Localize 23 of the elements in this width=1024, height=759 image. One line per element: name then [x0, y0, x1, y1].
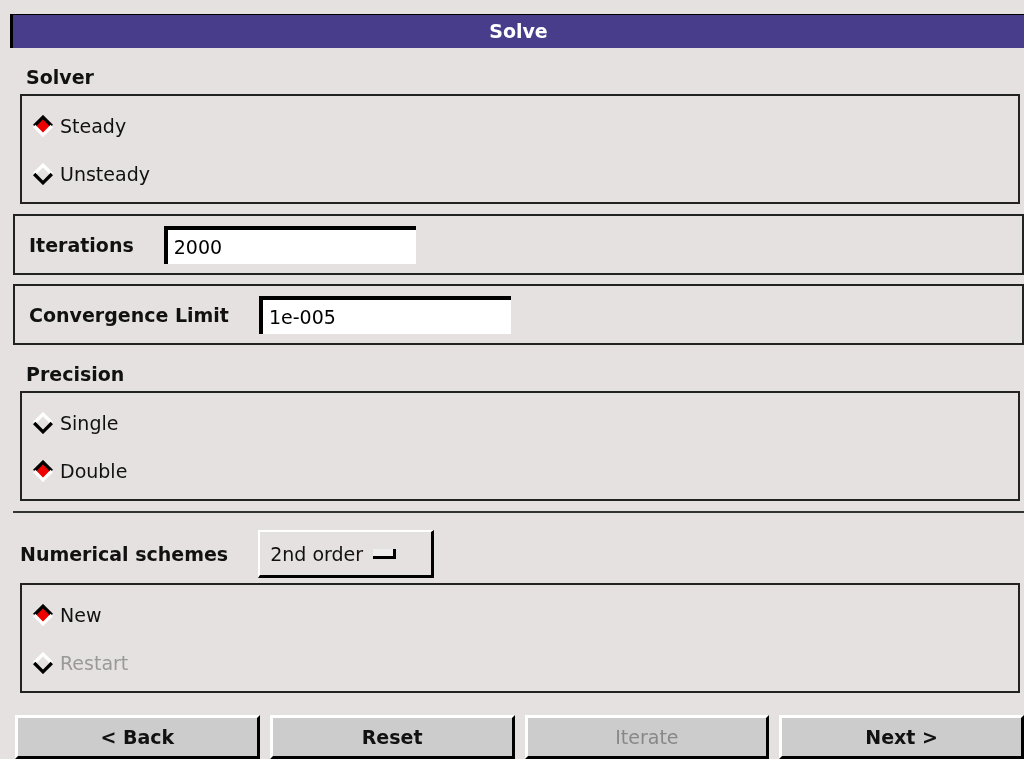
section-label: Precision [26, 362, 126, 386]
panel-title: Solve [10, 14, 1024, 48]
action-button[interactable]: < Back [15, 715, 260, 759]
field-label: Numerical schemes [20, 543, 229, 565]
option-label[interactable]: Unsteady [60, 162, 150, 186]
radio-button[interactable] [32, 604, 54, 626]
input-field[interactable]: 1e-005 [258, 295, 511, 334]
option-label[interactable]: New [60, 603, 102, 627]
radio-button[interactable] [32, 163, 54, 185]
option-label[interactable]: Single [60, 411, 119, 435]
input-field[interactable]: 2000 [163, 225, 416, 264]
action-button[interactable]: Reset [269, 715, 515, 759]
dropdown[interactable]: 2nd order [258, 530, 435, 578]
option-menu-icon [373, 548, 397, 559]
field-label: Convergence Limit [29, 303, 229, 326]
option-label[interactable]: Double [60, 459, 128, 483]
radio-button[interactable] [32, 115, 54, 137]
radio-button[interactable] [32, 412, 54, 434]
field-label: Iterations [29, 233, 134, 256]
section-label: Solver [26, 65, 95, 89]
radio-button[interactable] [32, 460, 54, 482]
option-label[interactable]: Steady [60, 114, 127, 138]
action-button[interactable]: Next > [779, 715, 1024, 759]
